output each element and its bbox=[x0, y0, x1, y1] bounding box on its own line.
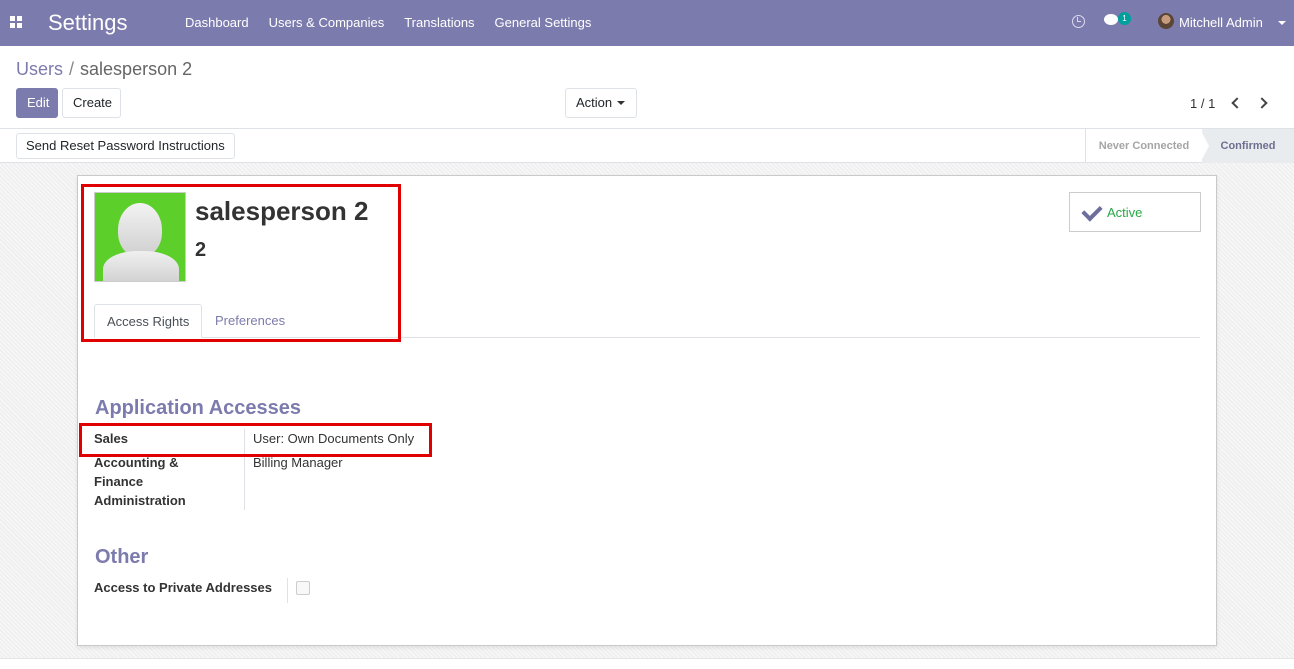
edit-button[interactable]: Edit bbox=[16, 88, 58, 118]
form-statusbar: Send Reset Password Instructions Never C… bbox=[0, 129, 1294, 163]
record-name: salesperson 2 bbox=[195, 196, 369, 226]
user-menu-name[interactable]: Mitchell Admin bbox=[1179, 15, 1263, 30]
chevron-down-icon bbox=[617, 101, 625, 105]
field-label-accounting: Accounting & Finance Administration bbox=[94, 453, 186, 510]
menu-item-dashboard[interactable]: Dashboard bbox=[175, 0, 259, 46]
field-value-sales[interactable]: User: Own Documents Only bbox=[253, 431, 414, 446]
app-title[interactable]: Settings bbox=[48, 10, 128, 36]
avatar-placeholder-head bbox=[118, 203, 162, 257]
stage-never-connected[interactable]: Never Connected bbox=[1085, 129, 1202, 163]
private-addresses-checkbox[interactable] bbox=[296, 581, 310, 595]
form-sheet: salesperson 2 2 Active Access Rights Pre… bbox=[77, 175, 1217, 646]
user-menu-caret-icon[interactable] bbox=[1278, 21, 1286, 25]
active-label: Active bbox=[1107, 205, 1143, 220]
field-label-sales: Sales bbox=[94, 431, 128, 446]
field-value-accounting[interactable]: Billing Manager bbox=[253, 455, 343, 470]
field-label-line: Finance bbox=[94, 474, 144, 489]
field-divider bbox=[287, 578, 288, 603]
top-navbar: Settings Dashboard Users & Companies Tra… bbox=[0, 0, 1294, 46]
breadcrumb-users-link[interactable]: Users bbox=[16, 59, 63, 79]
breadcrumb-separator: / bbox=[69, 59, 75, 79]
stage-confirmed[interactable]: Confirmed bbox=[1202, 129, 1294, 163]
notebook-tabs: Access Rights Preferences bbox=[94, 304, 1200, 338]
field-divider bbox=[244, 429, 245, 510]
pager-next-icon[interactable] bbox=[1256, 96, 1270, 110]
action-label: Action bbox=[576, 95, 613, 110]
field-label-line: Accounting & bbox=[94, 455, 179, 470]
menu-item-users-companies[interactable]: Users & Companies bbox=[259, 0, 395, 46]
bottom-strip bbox=[0, 658, 1294, 669]
apps-menu-icon[interactable] bbox=[10, 16, 22, 28]
section-title-other: Other bbox=[95, 546, 149, 568]
create-button[interactable]: Create bbox=[62, 88, 121, 118]
check-icon bbox=[1080, 204, 1100, 218]
chat-icon[interactable] bbox=[1104, 14, 1118, 25]
breadcrumb-current: salesperson 2 bbox=[80, 59, 193, 79]
main-menu: Dashboard Users & Companies Translations… bbox=[175, 0, 601, 46]
breadcrumb: Users / salesperson 2 bbox=[16, 59, 192, 80]
chat-count-badge: 1 bbox=[1118, 12, 1131, 25]
menu-item-translations[interactable]: Translations bbox=[394, 0, 484, 46]
activity-clock-icon[interactable] bbox=[1072, 15, 1085, 28]
pager-value[interactable]: 1 / 1 bbox=[1190, 96, 1215, 111]
field-label-private-addresses: Access to Private Addresses bbox=[94, 580, 273, 595]
action-dropdown-button[interactable]: Action bbox=[565, 88, 637, 118]
stage-arrow bbox=[1200, 129, 1209, 163]
menu-item-general-settings[interactable]: General Settings bbox=[485, 0, 602, 46]
active-toggle-button[interactable]: Active bbox=[1069, 192, 1201, 232]
pager-previous-icon[interactable] bbox=[1229, 96, 1243, 110]
tab-access-rights[interactable]: Access Rights bbox=[94, 304, 203, 338]
avatar-placeholder-body bbox=[103, 251, 179, 281]
user-avatar[interactable] bbox=[1158, 13, 1174, 29]
tab-preferences[interactable]: Preferences bbox=[203, 304, 297, 338]
section-title-application-accesses: Application Accesses bbox=[95, 397, 302, 419]
user-photo[interactable] bbox=[94, 192, 186, 282]
send-reset-password-button[interactable]: Send Reset Password Instructions bbox=[16, 133, 235, 159]
field-label-line: Administration bbox=[94, 493, 186, 508]
record-login: 2 bbox=[195, 239, 207, 261]
control-panel: Users / salesperson 2 Edit Create Action 1… bbox=[0, 46, 1294, 129]
